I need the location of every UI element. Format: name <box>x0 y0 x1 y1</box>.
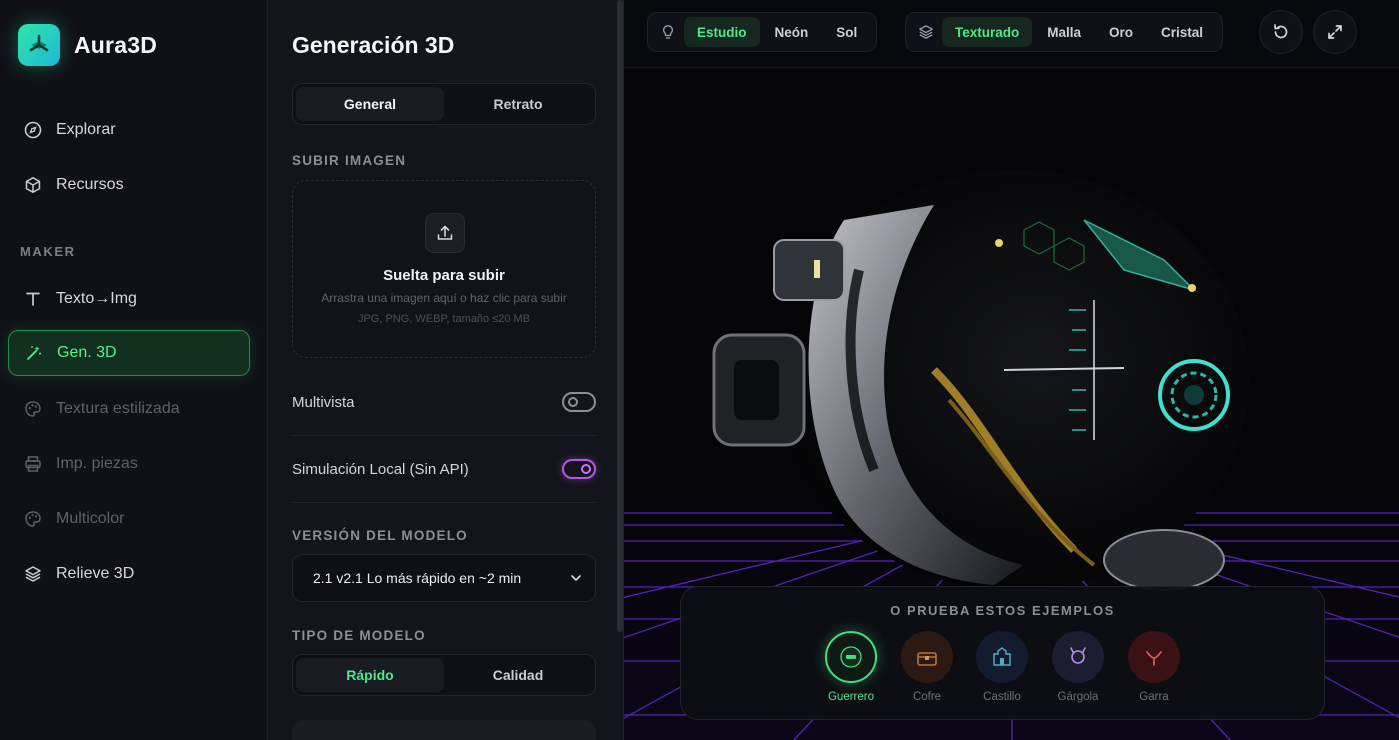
aura3d-logo-icon <box>18 24 60 66</box>
upload-icon <box>425 213 465 253</box>
printer-icon <box>25 456 41 472</box>
lighting-sol[interactable]: Sol <box>823 17 870 47</box>
example-cofre[interactable]: Cofre <box>895 631 959 703</box>
castle-icon <box>976 631 1028 683</box>
model-version-label: VERSIÓN DEL MODELO <box>292 528 468 543</box>
brand-name: Aura3D <box>74 31 158 58</box>
sidebar-item-label: Textura estilizada <box>56 400 180 417</box>
viewport-toolbar: Estudio Neón Sol Texturado Malla Oro Cri… <box>624 0 1399 68</box>
multiview-label: Multivista <box>292 393 355 411</box>
chest-icon <box>901 631 953 683</box>
sidebar-item-multicolor[interactable]: Multicolor <box>8 496 250 542</box>
tab-retrato[interactable]: Retrato <box>444 87 592 121</box>
sidebar-item-texto-img[interactable]: Texto→Img <box>8 276 250 322</box>
sidebar-item-label: Imp. piezas <box>56 455 138 472</box>
reset-view-button[interactable] <box>1259 10 1303 54</box>
example-garra[interactable]: Garra <box>1122 631 1186 703</box>
lighting-estudio[interactable]: Estudio <box>684 17 760 47</box>
chevron-down-icon <box>571 575 581 581</box>
sidebar-item-label: Texto→Img <box>56 290 137 307</box>
sidebar: Aura3D Explorar Recursos MAKER Texto→Img… <box>0 0 268 740</box>
lightbulb-icon <box>654 17 682 47</box>
fullscreen-button[interactable] <box>1313 10 1357 54</box>
material-cristal[interactable]: Cristal <box>1148 17 1216 47</box>
tab-general[interactable]: General <box>296 87 444 121</box>
panel-scrollbar[interactable] <box>617 0 623 632</box>
claw-icon <box>1128 631 1180 683</box>
lighting-neon[interactable]: Neón <box>762 17 822 47</box>
palette-icon <box>25 511 41 527</box>
example-label: Castillo <box>983 691 1021 703</box>
example-castillo[interactable]: Castillo <box>970 631 1034 703</box>
sidebar-item-textura-estilizada[interactable]: Textura estilizada <box>8 386 250 432</box>
multiview-toggle[interactable] <box>562 392 596 412</box>
upload-subtitle: Arrastra una imagen aquí o haz clic para… <box>321 291 567 305</box>
example-gargola[interactable]: Gárgola <box>1046 631 1110 703</box>
sidebar-item-explorar[interactable]: Explorar <box>8 107 250 153</box>
model-type-tabs: Rápido Calidad <box>292 654 596 696</box>
helmet-icon <box>825 631 877 683</box>
local-sim-toggle[interactable] <box>562 459 596 479</box>
mode-tabs: General Retrato <box>292 83 596 125</box>
upload-dropzone[interactable]: Suelta para subir Arrastra una imagen aq… <box>292 180 596 358</box>
rotate-icon <box>1274 24 1288 39</box>
3d-model-helmet <box>712 170 1249 591</box>
material-group: Texturado Malla Oro Cristal <box>905 12 1224 52</box>
next-card <box>292 720 596 740</box>
multiview-row: Multivista <box>292 388 596 416</box>
cube-icon <box>25 177 41 193</box>
divider <box>292 502 596 503</box>
sidebar-item-recursos[interactable]: Recursos <box>8 162 250 208</box>
model-type-label: TIPO DE MODELO <box>292 628 426 643</box>
example-guerrero[interactable]: Guerrero <box>819 631 883 703</box>
palette-icon <box>25 401 41 417</box>
example-label: Garra <box>1139 691 1169 703</box>
material-malla[interactable]: Malla <box>1034 17 1094 47</box>
text-icon <box>26 292 40 306</box>
sidebar-section-label: MAKER <box>20 244 76 259</box>
example-label: Guerrero <box>827 691 875 703</box>
compass-icon <box>24 121 42 139</box>
upload-title: Suelta para subir <box>383 267 505 284</box>
sidebar-item-relieve-3d[interactable]: Relieve 3D <box>8 551 250 597</box>
example-label: Gárgola <box>1057 691 1099 703</box>
tab-rapido[interactable]: Rápido <box>296 658 444 692</box>
sidebar-item-gen-3d[interactable]: Gen. 3D <box>8 330 250 376</box>
expand-icon <box>1328 25 1342 39</box>
model-version-value: 2.1 v2.1 Lo más rápido en ~2 min <box>313 570 522 586</box>
generation-panel: Generación 3D General Retrato SUBIR IMAG… <box>268 0 624 740</box>
examples-panel: O PRUEBA ESTOS EJEMPLOS Guerrero Cofre C… <box>680 586 1325 720</box>
local-sim-label: Simulación Local (Sin API) <box>292 460 469 478</box>
page-title: Generación 3D <box>292 32 455 58</box>
upload-label: SUBIR IMAGEN <box>292 153 407 168</box>
material-texturado[interactable]: Texturado <box>942 17 1033 47</box>
local-sim-row: Simulación Local (Sin API) <box>292 455 596 483</box>
layers-icon <box>25 566 41 582</box>
sidebar-item-label: Explorar <box>56 121 116 138</box>
layers-icon <box>912 17 940 47</box>
examples-title: O PRUEBA ESTOS EJEMPLOS <box>890 603 1115 618</box>
sidebar-item-imp-piezas[interactable]: Imp. piezas <box>8 441 250 487</box>
sidebar-item-label: Gen. 3D <box>57 344 117 361</box>
brand[interactable]: Aura3D <box>18 24 157 66</box>
material-oro[interactable]: Oro <box>1096 17 1146 47</box>
gargoyle-icon <box>1052 631 1104 683</box>
3d-viewport[interactable]: Estudio Neón Sol Texturado Malla Oro Cri… <box>624 0 1399 740</box>
magic-wand-icon <box>27 346 41 360</box>
divider <box>292 435 596 436</box>
lighting-group: Estudio Neón Sol <box>647 12 878 52</box>
model-version-select[interactable]: 2.1 v2.1 Lo más rápido en ~2 min <box>292 554 596 602</box>
upload-formats: JPG, PNG, WEBP, tamaño ≤20 MB <box>357 313 531 325</box>
sidebar-item-label: Recursos <box>56 176 124 193</box>
sidebar-item-label: Multicolor <box>56 510 125 527</box>
sidebar-item-label: Relieve 3D <box>56 565 135 582</box>
example-label: Cofre <box>912 691 942 703</box>
tab-calidad[interactable]: Calidad <box>444 658 592 692</box>
